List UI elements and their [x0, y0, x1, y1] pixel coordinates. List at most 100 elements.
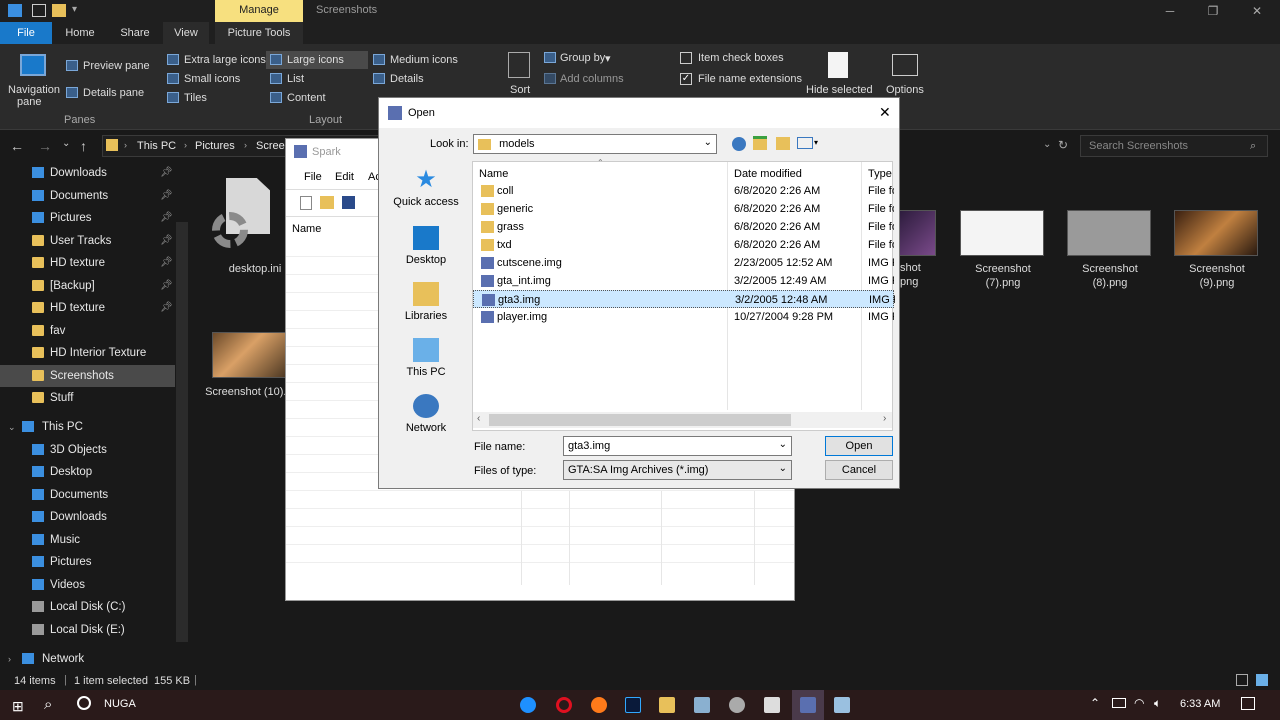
breadcrumb-pictures[interactable]: Pictures	[195, 140, 235, 152]
file-label-partial-2[interactable]: png	[900, 276, 918, 288]
screenshot-thumbnail[interactable]	[960, 210, 1044, 256]
minimize-icon[interactable]: ─	[1155, 2, 1185, 20]
screenshot-thumbnail[interactable]	[1067, 210, 1151, 256]
nav-item[interactable]: Desktop	[0, 461, 175, 483]
properties-icon[interactable]	[32, 4, 46, 17]
look-in-select[interactable]: models ⌄	[473, 134, 717, 154]
pin-icon[interactable]: 📌︎	[160, 162, 173, 184]
opera-icon[interactable]	[556, 697, 572, 713]
content-option[interactable]: Content	[287, 92, 326, 104]
file-explorer-icon[interactable]	[659, 697, 675, 713]
places-network[interactable]: Network	[387, 394, 465, 450]
group-by-button[interactable]: Group by	[560, 52, 605, 64]
pin-icon[interactable]: 📌︎	[160, 185, 173, 207]
tab-picture-tools[interactable]: Picture Tools	[215, 22, 303, 44]
taskbar-search-text[interactable]: NUGA	[104, 698, 136, 710]
hide-selected-icon[interactable]	[828, 52, 848, 78]
small-icons-option[interactable]: Small icons	[184, 73, 240, 85]
column-header-date[interactable]: Date modified	[734, 168, 802, 180]
extra-large-icons-option[interactable]: Extra large icons	[184, 54, 266, 66]
places-libraries[interactable]: Libraries	[387, 282, 465, 338]
settings-icon[interactable]	[729, 697, 745, 713]
chevron-right-icon[interactable]: ›	[8, 648, 11, 670]
nav-item-this-pc[interactable]: This PC ⌄	[0, 416, 175, 438]
chevron-down-icon[interactable]: ▾	[814, 138, 818, 147]
column-header-name[interactable]: Name	[479, 168, 508, 180]
scroll-right-icon[interactable]: ›	[883, 413, 886, 424]
pin-icon[interactable]: 📌︎	[160, 230, 173, 252]
breadcrumb-this-pc[interactable]: This PC	[137, 140, 176, 152]
options-icon[interactable]	[892, 54, 918, 76]
tab-view[interactable]: View	[163, 22, 209, 44]
edge-icon[interactable]	[520, 697, 536, 713]
notepad-icon[interactable]	[834, 697, 850, 713]
file-row[interactable]: grass 6/8/2020 2:26 AM File fo	[473, 218, 894, 236]
notifications-icon[interactable]	[1241, 697, 1255, 710]
screenshot-thumbnail[interactable]	[1174, 210, 1258, 256]
nav-item[interactable]: Documents	[0, 484, 175, 506]
preview-pane-button[interactable]: Preview pane	[83, 60, 150, 72]
nav-item[interactable]: Videos	[0, 574, 175, 596]
screenshot-thumbnail[interactable]	[212, 332, 296, 378]
file-label-screenshot-9-line1[interactable]: Screenshot	[1167, 262, 1267, 276]
medium-icons-option[interactable]: Medium icons	[390, 54, 458, 66]
up-folder-icon[interactable]	[753, 136, 767, 150]
file-row[interactable]: txd 6/8/2020 2:26 AM File fo	[473, 236, 894, 254]
refresh-icon[interactable]: ↻	[1058, 138, 1068, 152]
list-option[interactable]: List	[287, 73, 304, 85]
sort-icon[interactable]	[508, 52, 530, 78]
chevron-down-icon[interactable]: ▾	[72, 4, 77, 15]
cortana-icon[interactable]	[77, 696, 91, 710]
nav-item-network[interactable]: Network ›	[0, 648, 175, 670]
details-option[interactable]: Details	[390, 73, 424, 85]
breadcrumb-screenshots[interactable]: Scree	[256, 140, 285, 152]
nav-item[interactable]: Downloads 📌︎	[0, 162, 175, 184]
pin-icon[interactable]: 📌︎	[160, 252, 173, 274]
close-icon[interactable]: ✕	[879, 104, 891, 121]
cancel-button[interactable]: Cancel	[825, 460, 893, 480]
search-icon[interactable]: ⌕	[44, 696, 52, 713]
windows-start-icon[interactable]: ⊞	[12, 698, 24, 715]
nav-item[interactable]: HD texture 📌︎	[0, 252, 175, 274]
back-icon[interactable]	[732, 137, 746, 151]
new-file-icon[interactable]	[300, 196, 312, 210]
file-label-screenshot-9-line2[interactable]: (9).png	[1167, 276, 1267, 290]
details-view-icon[interactable]	[1236, 674, 1248, 686]
group-by-dropdown-icon[interactable]: ▾	[605, 52, 611, 65]
navigation-pane-icon[interactable]	[20, 54, 46, 76]
nav-item[interactable]: [Backup] 📌︎	[0, 275, 175, 297]
pin-icon[interactable]: 📌︎	[160, 207, 173, 229]
navigation-pane-label[interactable]: Navigation	[8, 84, 60, 96]
file-row[interactable]: player.img 10/27/2004 9:28 PM IMG F	[473, 308, 894, 326]
tab-share[interactable]: Share	[110, 22, 160, 44]
file-name-extensions-checkbox[interactable]: ✓	[680, 73, 692, 85]
nav-item[interactable]: User Tracks 📌︎	[0, 230, 175, 252]
nav-item[interactable]: Stuff	[0, 387, 175, 409]
file-row[interactable]: coll 6/8/2020 2:26 AM File fo	[473, 182, 894, 200]
scroll-left-icon[interactable]: ‹	[477, 413, 480, 424]
places-desktop[interactable]: Desktop	[387, 226, 465, 282]
tab-home[interactable]: Home	[55, 22, 105, 44]
column-header-type[interactable]: Type	[868, 168, 892, 180]
clock-time[interactable]: 6:33 AM	[1180, 698, 1220, 710]
file-row[interactable]: gta_int.img 3/2/2005 12:49 AM IMG F	[473, 272, 894, 290]
files-of-type-select[interactable]: GTA:SA Img Archives (*.img) ⌄	[563, 460, 792, 480]
open-button[interactable]: Open	[825, 436, 893, 456]
tiles-option[interactable]: Tiles	[184, 92, 207, 104]
file-row[interactable]: cutscene.img 2/23/2005 12:52 AM IMG F	[473, 254, 894, 272]
nav-item[interactable]: HD texture 📌︎	[0, 297, 175, 319]
large-icons-view-icon[interactable]	[1256, 674, 1268, 686]
firefox-icon[interactable]	[591, 697, 607, 713]
new-folder-icon[interactable]	[52, 4, 66, 17]
file-label-screenshot-7-line1[interactable]: Screenshot	[953, 262, 1053, 276]
large-icons-option[interactable]: Large icons	[287, 54, 344, 66]
manage-tab[interactable]: Manage	[215, 0, 303, 22]
places-this-pc[interactable]: This PC	[387, 338, 465, 394]
open-folder-icon[interactable]	[320, 196, 334, 209]
nav-item[interactable]: 3D Objects	[0, 439, 175, 461]
maximize-icon[interactable]: ❐	[1198, 2, 1228, 20]
file-label-screenshot-8-line2[interactable]: (8).png	[1060, 276, 1160, 290]
nav-item[interactable]: Documents 📌︎	[0, 185, 175, 207]
nav-item[interactable]: Local Disk (C:)	[0, 596, 175, 618]
view-menu-icon[interactable]	[797, 137, 813, 149]
